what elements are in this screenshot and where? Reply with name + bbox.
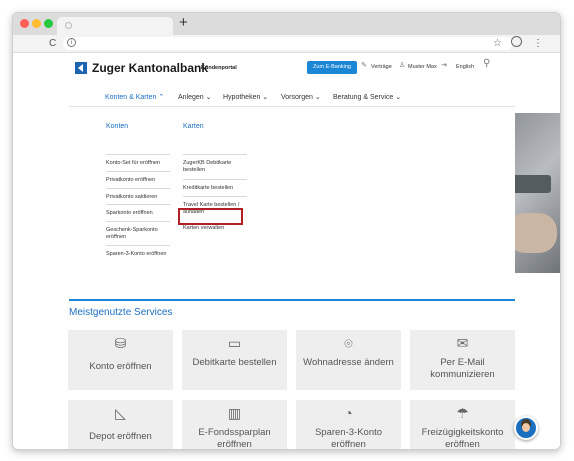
mail-icon: ✉ xyxy=(456,335,469,351)
bookmark-star-icon[interactable]: ☆ xyxy=(493,37,502,50)
browser-window: + C i ☆ ⋮ Zuger Kantonalbank Kundenporta… xyxy=(12,12,561,450)
user-name[interactable]: Muster Max xyxy=(408,64,437,70)
tab-favicon-icon xyxy=(65,22,72,29)
ebanking-button[interactable]: Zum E-Banking xyxy=(307,61,357,74)
page-content: Zuger Kantonalbank Kundenportal Zum E-Ba… xyxy=(13,53,560,450)
browser-tab[interactable] xyxy=(57,17,173,35)
menu-item-privatkonto-eroeffnen[interactable]: Privatkonto eröffnen xyxy=(106,171,170,184)
nav-konten-karten[interactable]: Konten & Karten ⌃ xyxy=(105,93,164,101)
card-label: Wohnadresse ändern xyxy=(303,357,394,368)
nav-hypotheken[interactable]: Hypotheken ⌄ xyxy=(223,93,268,101)
brand-name[interactable]: Zuger Kantonalbank xyxy=(92,61,208,75)
address-bar[interactable]: i xyxy=(63,37,513,50)
menu-item-konto-set[interactable]: Konto-Set für eröffnen xyxy=(106,154,170,167)
menu-item-sparen-3-konto[interactable]: Sparen-3-Konto eröffnen xyxy=(106,245,170,258)
menu-item-sparkonto[interactable]: Sparkonto eröffnen xyxy=(106,204,170,217)
new-tab-button[interactable]: + xyxy=(179,14,188,32)
card-label: Debitkarte bestellen xyxy=(192,357,277,368)
card-debitkarte-bestellen[interactable]: ▭ Debitkarte bestellen xyxy=(182,330,287,390)
card-icon: ▭ xyxy=(227,335,242,351)
card-label: Konto eröffnen xyxy=(89,361,152,372)
search-icon[interactable]: ⚲ xyxy=(483,59,490,69)
card-sparen-3-konto[interactable]: ◔ Sparen-3-Konto eröffnen xyxy=(296,400,401,450)
browser-toolbar: C i ☆ ⋮ xyxy=(13,35,560,53)
area-chart-icon: ◺ xyxy=(115,405,126,421)
info-icon[interactable]: i xyxy=(67,38,76,47)
card-label: Freizügigkeitskonto eröffnen xyxy=(421,427,504,450)
menu-karten-heading: Karten xyxy=(183,123,204,130)
main-nav: Konten & Karten ⌃ Anlegen ⌄ Hypotheken ⌄… xyxy=(69,89,515,107)
menu-konten-heading: Konten xyxy=(106,123,129,130)
contracts-link[interactable]: Verträge xyxy=(371,64,392,70)
minimize-window-button[interactable] xyxy=(32,19,41,28)
language-switch[interactable]: English xyxy=(456,64,474,70)
reload-icon[interactable]: C xyxy=(49,37,56,50)
card-label: Per E-Mail kommunizieren xyxy=(430,357,495,380)
portal-label: Kundenportal xyxy=(201,65,237,71)
maximize-window-button[interactable] xyxy=(44,19,53,28)
piggy-bank-icon: ◔ xyxy=(344,405,353,421)
user-icon: ♙ xyxy=(399,62,406,69)
card-label: E-Fondssparplan eröffnen xyxy=(198,427,271,450)
umbrella-icon: ☂ xyxy=(456,405,469,421)
card-label: Sparen-3-Konto eröffnen xyxy=(314,427,383,450)
menu-item-geschenk-sparkonto[interactable]: Geschenk-Sparkonto eröffnen xyxy=(106,221,170,241)
zkb-logo-icon[interactable] xyxy=(75,62,87,74)
highlight-box xyxy=(178,208,243,225)
location-pin-icon: ⌾ xyxy=(344,335,353,351)
card-label: Depot eröffnen xyxy=(89,431,152,442)
menu-item-privatkonto-saldieren[interactable]: Privatkonto saldieren xyxy=(106,188,170,201)
nav-vorsorgen[interactable]: Vorsorgen ⌄ xyxy=(281,93,321,101)
card-wohnadresse-aendern[interactable]: ⌾ Wohnadresse ändern xyxy=(296,330,401,390)
card-konto-eroeffnen[interactable]: ⛁ Konto eröffnen xyxy=(68,330,173,390)
site-header: Zuger Kantonalbank Kundenportal Zum E-Ba… xyxy=(69,59,509,81)
logout-icon[interactable]: ⇥ xyxy=(441,62,447,70)
contract-icon: ✎ xyxy=(361,62,367,69)
close-window-button[interactable] xyxy=(20,19,29,28)
menu-dots-icon[interactable]: ⋮ xyxy=(533,37,543,50)
menu-item-kreditkarte[interactable]: Kreditkarte bestellen xyxy=(183,179,247,192)
chat-assistant-button[interactable] xyxy=(514,416,538,440)
bar-chart-icon: ▥ xyxy=(227,405,242,421)
card-e-fondssparplan[interactable]: ▥ E-Fondssparplan eröffnen xyxy=(182,400,287,450)
profile-icon[interactable] xyxy=(511,36,522,47)
card-freizuegigkeitskonto[interactable]: ☂ Freizügigkeitskonto eröffnen xyxy=(410,400,515,450)
menu-item-debitkarte[interactable]: ZugerKB Debitkarte bestellen xyxy=(183,154,247,174)
mega-menu: Konten Konto-Set für eröffnen Privatkont… xyxy=(69,107,515,301)
services-title: Meistgenutzte Services xyxy=(69,307,173,318)
nav-beratung-service[interactable]: Beratung & Service ⌄ xyxy=(333,93,401,101)
card-email-kommunizieren[interactable]: ✉ Per E-Mail kommunizieren xyxy=(410,330,515,390)
coins-icon: ⛁ xyxy=(114,335,127,351)
nav-anlegen[interactable]: Anlegen ⌄ xyxy=(178,93,212,101)
tab-bar: + xyxy=(13,13,560,35)
card-depot-eroeffnen[interactable]: ◺ Depot eröffnen xyxy=(68,400,173,449)
